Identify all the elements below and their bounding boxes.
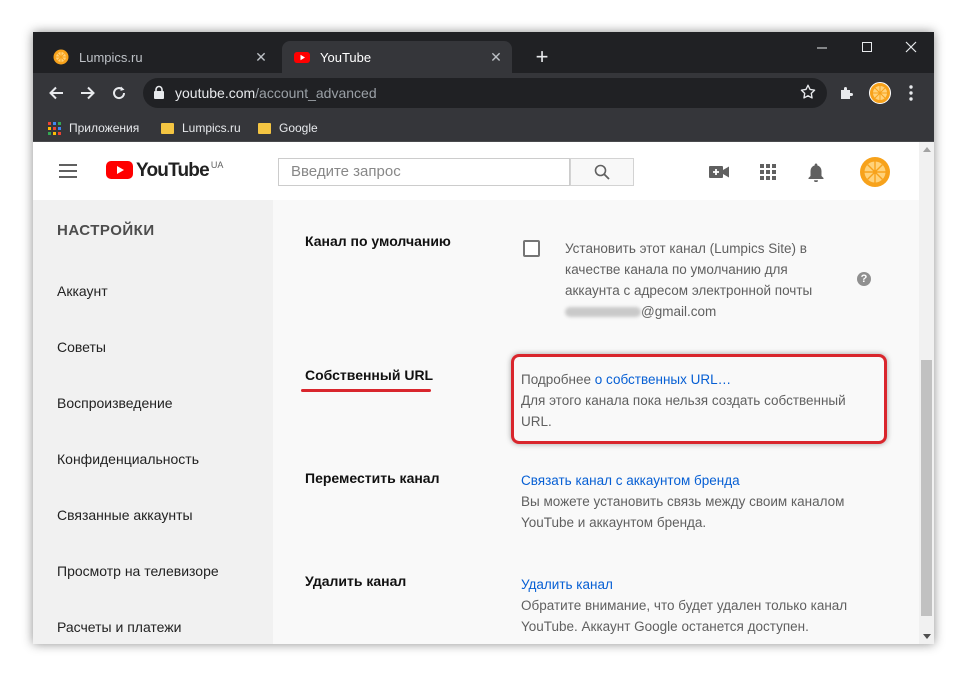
delete-channel-label: Удалить канал	[305, 573, 407, 589]
bookmark-label: Google	[279, 121, 318, 135]
address-bar[interactable]: youtube.com/account_advanced	[143, 78, 827, 108]
url-path: /account_advanced	[255, 85, 377, 101]
bookmark-apps[interactable]: Приложения	[48, 119, 139, 137]
youtube-favicon-icon	[294, 52, 310, 63]
custom-url-prefix: Подробнее	[521, 372, 592, 387]
youtube-header: YouTube UA Введите запрос	[33, 142, 919, 201]
scroll-up-arrow-icon[interactable]	[919, 142, 934, 157]
email-line: @gmail.com	[565, 301, 812, 322]
minimize-icon[interactable]	[800, 32, 844, 62]
default-channel-text-line: Установить этот канал (Lumpics Site) в	[565, 241, 807, 256]
link-brand-account-link[interactable]: Связать канал с аккаунтом бренда	[521, 470, 844, 491]
default-channel-checkbox[interactable]	[523, 240, 540, 257]
back-arrow-icon[interactable]	[44, 81, 68, 105]
extensions-puzzle-icon[interactable]	[835, 81, 859, 105]
sidebar-item-tips[interactable]: Советы	[57, 339, 106, 355]
custom-url-text-line: Для этого канала пока нельзя создать соб…	[521, 393, 846, 408]
folder-icon	[161, 122, 174, 134]
menu-dots-icon[interactable]	[899, 81, 923, 105]
move-channel-label: Переместить канал	[305, 470, 440, 486]
bookmark-label: Приложения	[69, 121, 140, 135]
custom-url-description: Подробнее о собственных URL… Для этого к…	[521, 369, 846, 432]
default-channel-text-line: аккаунта с адресом электронной почты	[565, 283, 813, 298]
tab-close-icon[interactable]: ✕	[486, 47, 506, 67]
bookmark-label: Lumpics.ru	[182, 121, 241, 135]
search-input[interactable]: Введите запрос	[278, 158, 570, 186]
url-host: youtube.com	[175, 85, 256, 101]
forward-arrow-icon[interactable]	[76, 81, 100, 105]
tab-youtube[interactable]: YouTube ✕	[282, 41, 512, 73]
custom-url-text-line: URL.	[521, 414, 552, 429]
tab-title: Lumpics.ru	[79, 49, 143, 65]
advanced-settings-content: Канал по умолчанию Установить этот канал…	[273, 200, 919, 644]
lock-icon	[154, 85, 164, 99]
bookmarks-bar: Приложения Lumpics.ru Google	[33, 113, 934, 142]
new-tab-icon[interactable]: +	[530, 45, 554, 69]
default-channel-description: Установить этот канал (Lumpics Site) в к…	[565, 238, 812, 322]
apps-grid-icon	[48, 121, 61, 135]
custom-url-link[interactable]: о собственных URL…	[595, 372, 731, 387]
sidebar-heading: НАСТРОЙКИ	[57, 222, 155, 239]
tab-strip: Lumpics.ru ✕ YouTube ✕ +	[33, 32, 934, 73]
delete-channel-link[interactable]: Удалить канал	[521, 574, 847, 595]
delete-channel-description: Удалить канал Обратите внимание, что буд…	[521, 574, 847, 637]
custom-url-more-line: Подробнее о собственных URL…	[521, 369, 846, 390]
red-underline-annotation	[301, 389, 431, 392]
reload-icon[interactable]	[107, 81, 131, 105]
window-close-icon[interactable]	[889, 32, 933, 62]
email-suffix: @gmail.com	[641, 304, 717, 319]
create-video-icon[interactable]	[709, 162, 729, 182]
scrollbar-thumb[interactable]	[921, 360, 932, 616]
search-icon	[594, 164, 610, 180]
youtube-play-logo-icon	[106, 161, 133, 179]
bookmark-google[interactable]: Google	[258, 119, 318, 137]
notifications-bell-icon[interactable]	[806, 162, 826, 182]
apps-icon[interactable]	[758, 162, 778, 182]
orange-favicon-icon	[53, 49, 69, 65]
profile-avatar[interactable]	[869, 82, 891, 104]
account-avatar[interactable]	[860, 157, 890, 187]
page-scrollbar[interactable]	[919, 142, 934, 644]
default-channel-label: Канал по умолчанию	[305, 233, 451, 249]
hamburger-menu-icon[interactable]	[59, 164, 77, 178]
sidebar-item-privacy[interactable]: Конфиденциальность	[57, 451, 199, 467]
scroll-down-arrow-icon[interactable]	[919, 629, 934, 644]
youtube-wordmark: YouTube	[136, 160, 210, 181]
default-channel-text-line: качестве канала по умолчанию для	[565, 262, 788, 277]
browser-window: Lumpics.ru ✕ YouTube ✕ + youtube.com/acc…	[33, 32, 934, 644]
bookmark-star-icon[interactable]	[799, 83, 817, 101]
move-channel-text-line: YouTube и аккаунтом бренда.	[521, 515, 707, 530]
tab-title: YouTube	[320, 49, 372, 65]
delete-channel-text-line: YouTube. Аккаунт Google останется доступ…	[521, 619, 809, 634]
region-code: UA	[210, 160, 224, 170]
sidebar-item-account[interactable]: Аккаунт	[57, 283, 108, 299]
search-button[interactable]	[570, 158, 634, 186]
bookmark-lumpics[interactable]: Lumpics.ru	[161, 119, 241, 137]
delete-channel-text-line: Обратите внимание, что будет удален толь…	[521, 598, 848, 613]
folder-icon	[258, 122, 271, 134]
custom-url-label: Собственный URL	[305, 367, 434, 383]
sidebar-item-watch-on-tv[interactable]: Просмотр на телевизоре	[57, 563, 219, 579]
tab-close-icon[interactable]: ✕	[251, 47, 271, 67]
move-channel-text-line: Вы можете установить связь между своим к…	[521, 494, 845, 509]
url-text: youtube.com/account_advanced	[175, 85, 377, 101]
move-channel-description: Связать канал с аккаунтом бренда Вы може…	[521, 470, 844, 533]
maximize-icon[interactable]	[845, 32, 889, 62]
page-viewport: YouTube UA Введите запрос НАСТРОЙКИ Акка…	[33, 142, 919, 644]
browser-toolbar: youtube.com/account_advanced	[33, 73, 934, 113]
help-question-icon[interactable]: ?	[857, 272, 871, 286]
sidebar-item-connected-accounts[interactable]: Связанные аккаунты	[57, 507, 193, 523]
settings-sidebar: НАСТРОЙКИ Аккаунт Советы Воспроизведение…	[33, 200, 273, 644]
youtube-logo[interactable]: YouTube UA	[106, 160, 223, 182]
sidebar-item-billing[interactable]: Расчеты и платежи	[57, 619, 182, 635]
redacted-email-username	[565, 307, 641, 318]
sidebar-item-playback[interactable]: Воспроизведение	[57, 395, 173, 411]
tab-lumpics[interactable]: Lumpics.ru ✕	[41, 41, 277, 73]
